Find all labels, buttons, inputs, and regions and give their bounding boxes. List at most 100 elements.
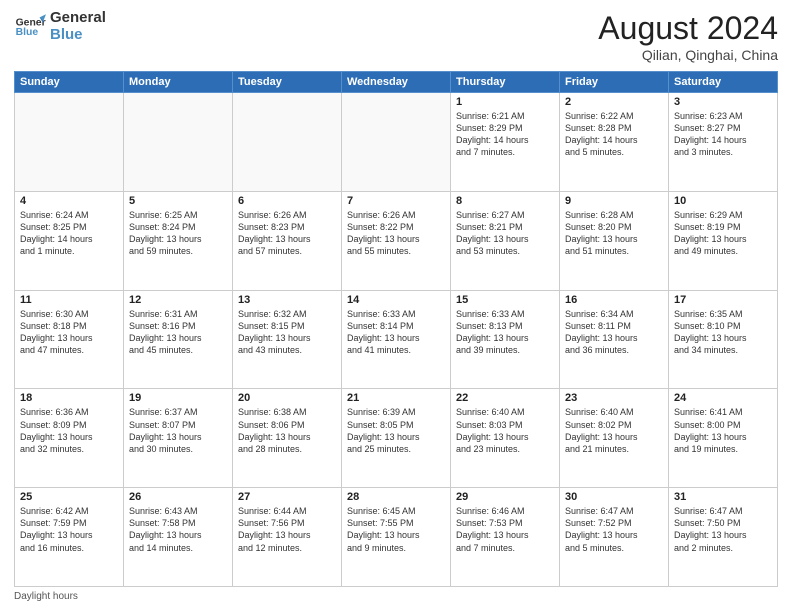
day-info: Sunrise: 6:45 AM Sunset: 7:55 PM Dayligh… [347, 505, 445, 554]
day-number: 13 [238, 294, 336, 306]
calendar-cell: 20Sunrise: 6:38 AM Sunset: 8:06 PM Dayli… [233, 389, 342, 488]
day-number: 10 [674, 195, 772, 207]
day-number: 22 [456, 392, 554, 404]
day-number: 5 [129, 195, 227, 207]
calendar-cell: 10 Sunrise: 6:29 AM Sunset: 8:19 PM Dayli… [669, 191, 778, 290]
weekday-header: Wednesday [342, 72, 451, 93]
day-info: Sunrise: 6:40 AM Sunset: 8:02 PM Dayligh… [565, 406, 663, 455]
location: Qilian, Qinghai, China [598, 47, 778, 63]
calendar-table: SundayMondayTuesdayWednesdayThursdayFrid… [14, 71, 778, 587]
calendar-cell: 31 Sunrise: 6:47 AM Sunset: 7:50 PM Dayli… [669, 488, 778, 587]
day-info: Sunrise: 6:28 AM Sunset: 8:20 PM Dayligh… [565, 209, 663, 258]
day-info: Sunrise: 6:47 AM Sunset: 7:52 PM Dayligh… [565, 505, 663, 554]
logo-line2: Blue [50, 27, 106, 44]
day-number: 12 [129, 294, 227, 306]
day-number: 21 [347, 392, 445, 404]
weekday-header: Tuesday [233, 72, 342, 93]
calendar-cell [342, 93, 451, 192]
day-info: Sunrise: 6:41 AM Sunset: 8:00 PM Dayligh… [674, 406, 772, 455]
day-info: Sunrise: 6:33 AM Sunset: 8:14 PM Dayligh… [347, 308, 445, 357]
day-info: Sunrise: 6:43 AM Sunset: 7:58 PM Dayligh… [129, 505, 227, 554]
weekday-header: Friday [560, 72, 669, 93]
logo-icon: General Blue [14, 11, 46, 43]
calendar-week-row: 11 Sunrise: 6:30 AM Sunset: 8:18 PM Dayli… [15, 290, 778, 389]
calendar-week-row: 4Sunrise: 6:24 AM Sunset: 8:25 PM Daylig… [15, 191, 778, 290]
weekday-header: Saturday [669, 72, 778, 93]
day-number: 24 [674, 392, 772, 404]
header: General Blue General Blue August 2024 Qi… [14, 10, 778, 63]
calendar-cell: 5 Sunrise: 6:25 AM Sunset: 8:24 PM Daylig… [124, 191, 233, 290]
day-info: Sunrise: 6:39 AM Sunset: 8:05 PM Dayligh… [347, 406, 445, 455]
calendar-cell [233, 93, 342, 192]
day-number: 16 [565, 294, 663, 306]
day-info: Sunrise: 6:25 AM Sunset: 8:24 PM Dayligh… [129, 209, 227, 258]
day-info: Sunrise: 6:29 AM Sunset: 8:19 PM Dayligh… [674, 209, 772, 258]
calendar-cell: 30Sunrise: 6:47 AM Sunset: 7:52 PM Dayli… [560, 488, 669, 587]
day-number: 7 [347, 195, 445, 207]
day-number: 9 [565, 195, 663, 207]
day-number: 8 [456, 195, 554, 207]
calendar-cell: 12Sunrise: 6:31 AM Sunset: 8:16 PM Dayli… [124, 290, 233, 389]
calendar-cell: 21 Sunrise: 6:39 AM Sunset: 8:05 PM Dayli… [342, 389, 451, 488]
day-number: 11 [20, 294, 118, 306]
calendar-cell: 14Sunrise: 6:33 AM Sunset: 8:14 PM Dayli… [342, 290, 451, 389]
month-year: August 2024 [598, 10, 778, 47]
day-number: 26 [129, 491, 227, 503]
calendar-cell: 25 Sunrise: 6:42 AM Sunset: 7:59 PM Dayli… [15, 488, 124, 587]
day-number: 31 [674, 491, 772, 503]
day-info: Sunrise: 6:23 AM Sunset: 8:27 PM Dayligh… [674, 110, 772, 159]
day-info: Sunrise: 6:37 AM Sunset: 8:07 PM Dayligh… [129, 406, 227, 455]
day-number: 29 [456, 491, 554, 503]
calendar-cell: 1 Sunrise: 6:21 AM Sunset: 8:29 PM Daylig… [451, 93, 560, 192]
svg-text:Blue: Blue [16, 27, 39, 38]
day-info: Sunrise: 6:22 AM Sunset: 8:28 PM Dayligh… [565, 110, 663, 159]
day-number: 18 [20, 392, 118, 404]
day-number: 19 [129, 392, 227, 404]
day-info: Sunrise: 6:32 AM Sunset: 8:15 PM Dayligh… [238, 308, 336, 357]
day-info: Sunrise: 6:33 AM Sunset: 8:13 PM Dayligh… [456, 308, 554, 357]
page: General Blue General Blue August 2024 Qi… [0, 0, 792, 612]
day-info: Sunrise: 6:26 AM Sunset: 8:23 PM Dayligh… [238, 209, 336, 258]
calendar-cell [15, 93, 124, 192]
day-info: Sunrise: 6:27 AM Sunset: 8:21 PM Dayligh… [456, 209, 554, 258]
day-number: 1 [456, 96, 554, 108]
title-block: August 2024 Qilian, Qinghai, China [598, 10, 778, 63]
footer-note: Daylight hours [14, 591, 778, 602]
calendar-cell: 26 Sunrise: 6:43 AM Sunset: 7:58 PM Dayli… [124, 488, 233, 587]
calendar-cell: 29 Sunrise: 6:46 AM Sunset: 7:53 PM Dayli… [451, 488, 560, 587]
day-number: 17 [674, 294, 772, 306]
day-info: Sunrise: 6:46 AM Sunset: 7:53 PM Dayligh… [456, 505, 554, 554]
calendar-cell: 11 Sunrise: 6:30 AM Sunset: 8:18 PM Dayli… [15, 290, 124, 389]
calendar-week-row: 25 Sunrise: 6:42 AM Sunset: 7:59 PM Dayli… [15, 488, 778, 587]
day-number: 20 [238, 392, 336, 404]
weekday-header: Thursday [451, 72, 560, 93]
day-info: Sunrise: 6:40 AM Sunset: 8:03 PM Dayligh… [456, 406, 554, 455]
day-info: Sunrise: 6:21 AM Sunset: 8:29 PM Dayligh… [456, 110, 554, 159]
day-info: Sunrise: 6:30 AM Sunset: 8:18 PM Dayligh… [20, 308, 118, 357]
weekday-header: Sunday [15, 72, 124, 93]
calendar-week-row: 1 Sunrise: 6:21 AM Sunset: 8:29 PM Daylig… [15, 93, 778, 192]
calendar-cell: 8 Sunrise: 6:27 AM Sunset: 8:21 PM Daylig… [451, 191, 560, 290]
day-number: 15 [456, 294, 554, 306]
calendar-cell: 18 Sunrise: 6:36 AM Sunset: 8:09 PM Dayli… [15, 389, 124, 488]
logo-line1: General [50, 10, 106, 27]
day-info: Sunrise: 6:24 AM Sunset: 8:25 PM Dayligh… [20, 209, 118, 258]
day-info: Sunrise: 6:36 AM Sunset: 8:09 PM Dayligh… [20, 406, 118, 455]
day-number: 25 [20, 491, 118, 503]
logo: General Blue General Blue [14, 10, 106, 43]
day-number: 6 [238, 195, 336, 207]
calendar-cell: 19 Sunrise: 6:37 AM Sunset: 8:07 PM Dayli… [124, 389, 233, 488]
day-number: 2 [565, 96, 663, 108]
calendar-cell: 17Sunrise: 6:35 AM Sunset: 8:10 PM Dayli… [669, 290, 778, 389]
calendar-cell: 28 Sunrise: 6:45 AM Sunset: 7:55 PM Dayli… [342, 488, 451, 587]
calendar-cell: 13 Sunrise: 6:32 AM Sunset: 8:15 PM Dayli… [233, 290, 342, 389]
day-info: Sunrise: 6:47 AM Sunset: 7:50 PM Dayligh… [674, 505, 772, 554]
calendar-cell: 3Sunrise: 6:23 AM Sunset: 8:27 PM Daylig… [669, 93, 778, 192]
weekday-header: Monday [124, 72, 233, 93]
day-info: Sunrise: 6:44 AM Sunset: 7:56 PM Dayligh… [238, 505, 336, 554]
day-info: Sunrise: 6:42 AM Sunset: 7:59 PM Dayligh… [20, 505, 118, 554]
day-number: 28 [347, 491, 445, 503]
calendar-cell: 27Sunrise: 6:44 AM Sunset: 7:56 PM Dayli… [233, 488, 342, 587]
calendar-cell: 4Sunrise: 6:24 AM Sunset: 8:25 PM Daylig… [15, 191, 124, 290]
calendar-cell: 7Sunrise: 6:26 AM Sunset: 8:22 PM Daylig… [342, 191, 451, 290]
